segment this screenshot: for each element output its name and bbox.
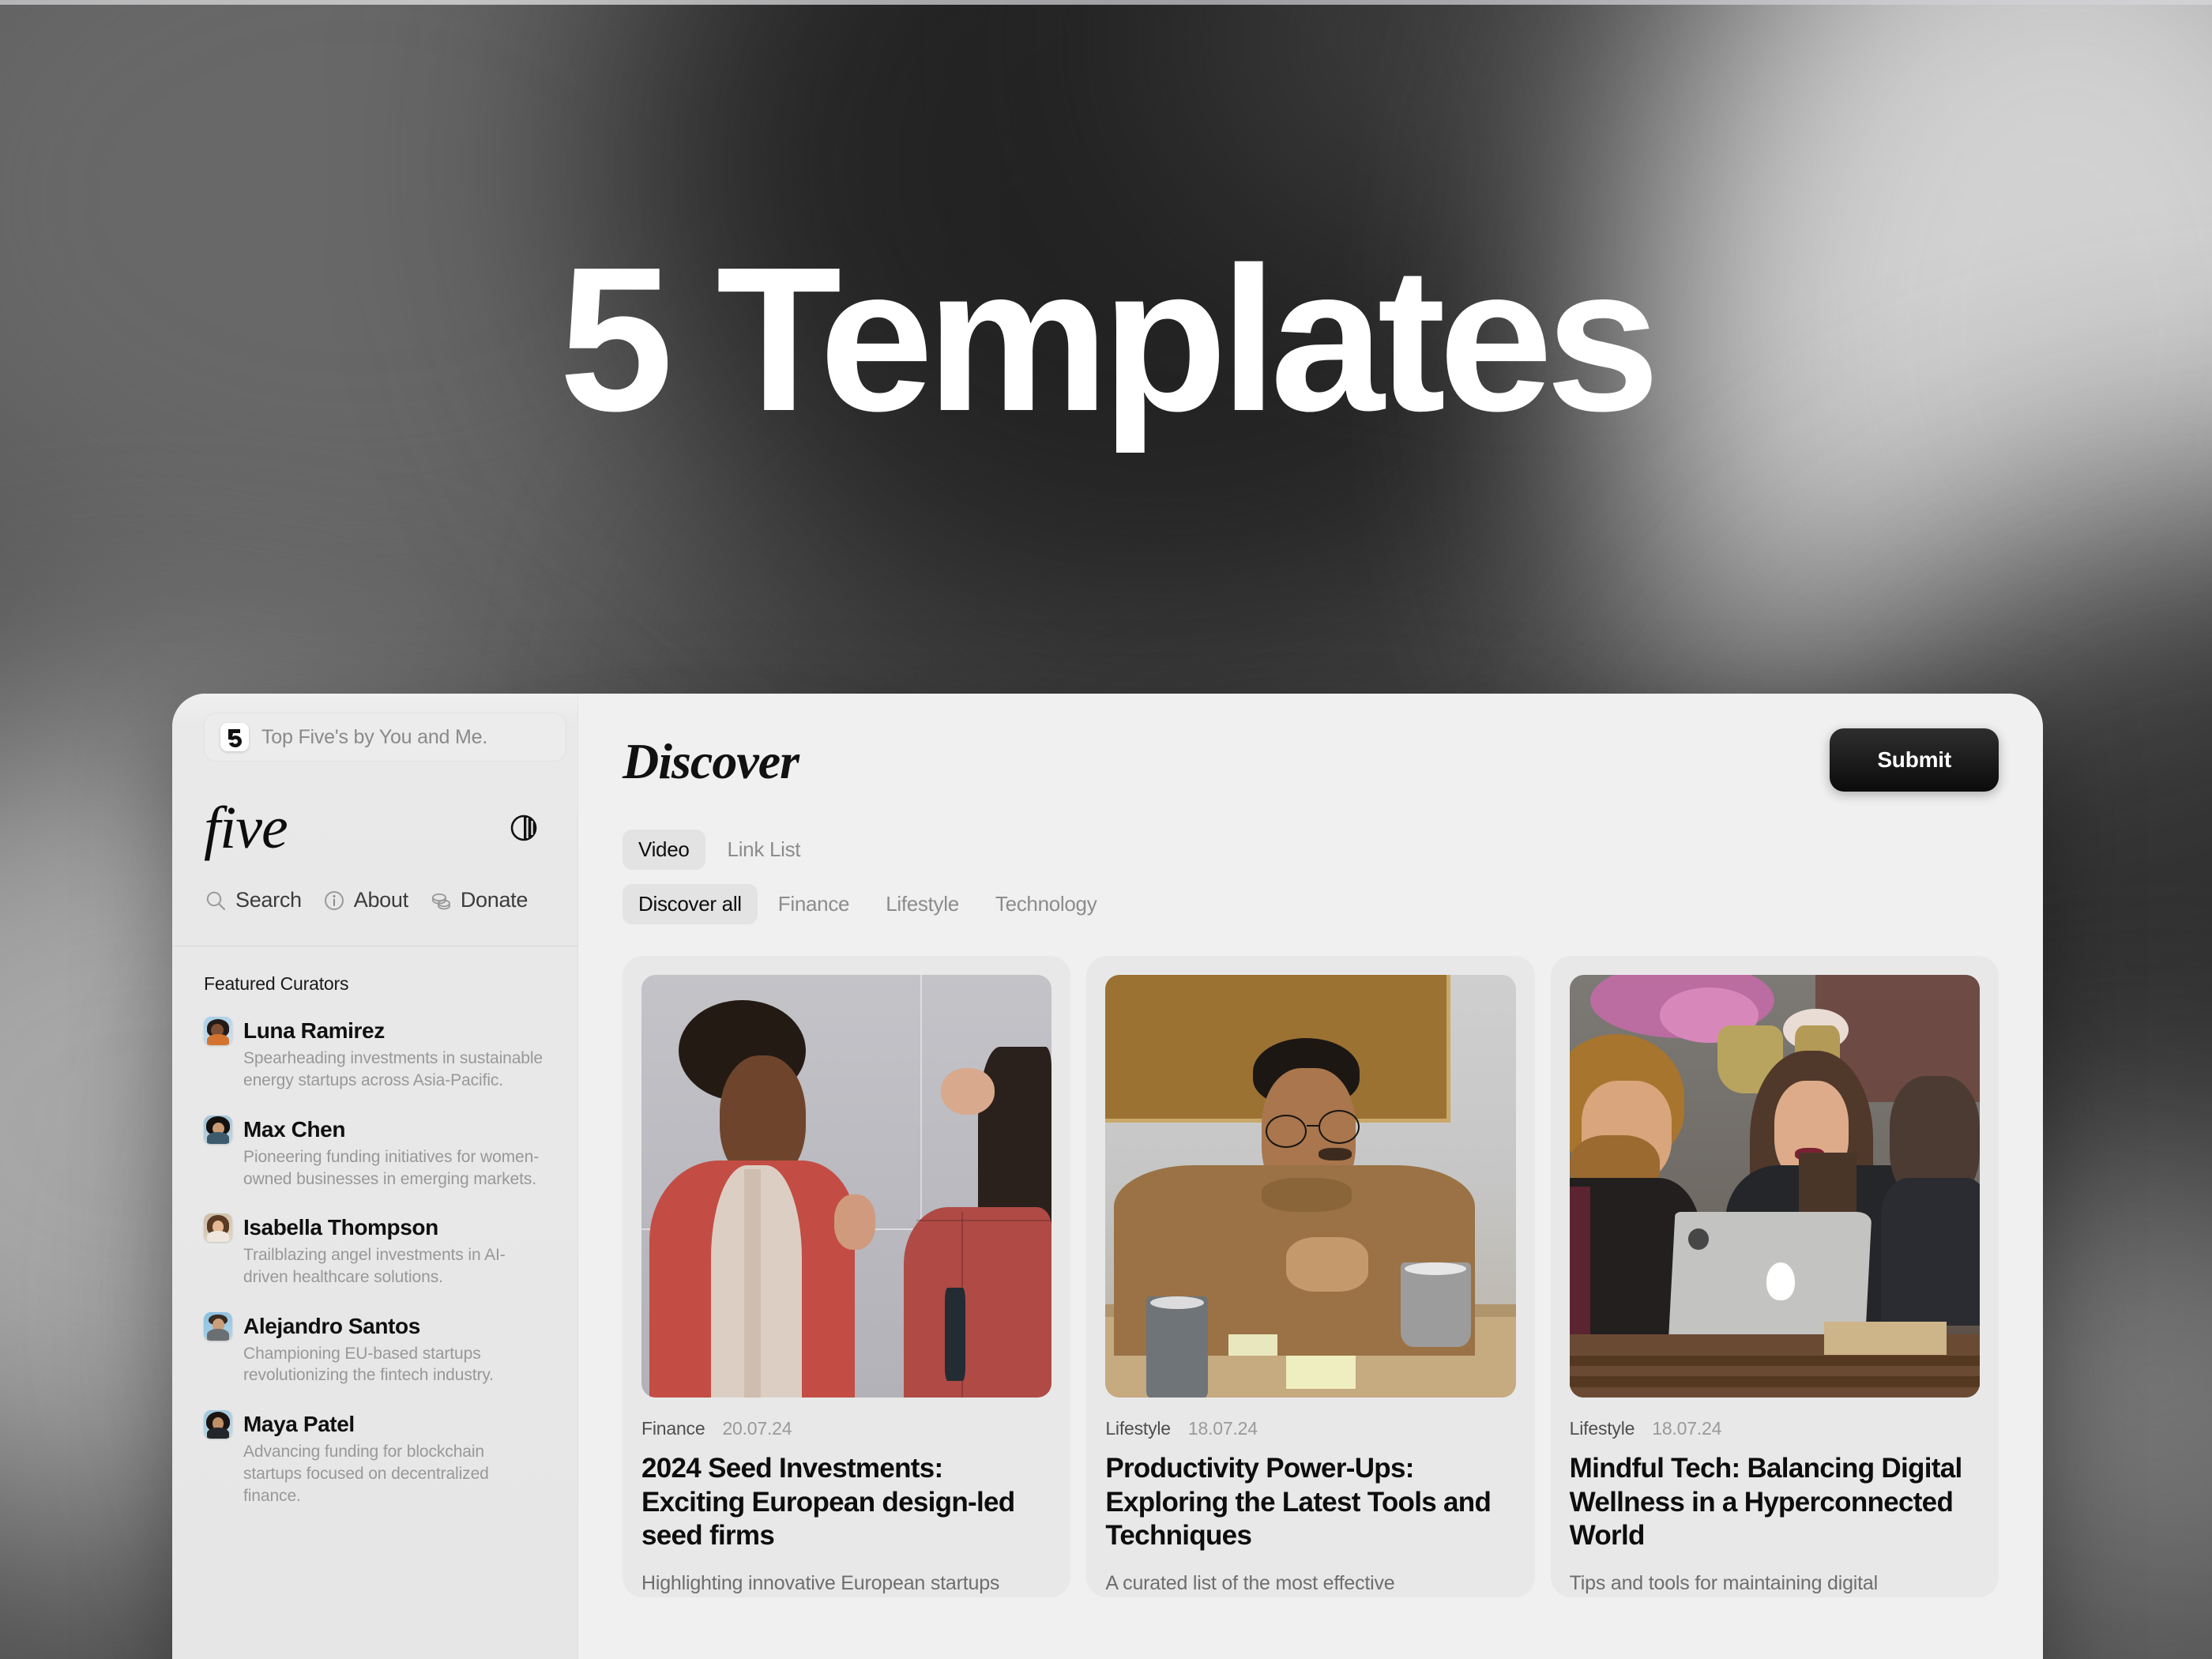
- tab-discover-all[interactable]: Discover all: [623, 884, 758, 924]
- curator-item[interactable]: Max Chen Pioneering funding initiatives …: [204, 1115, 546, 1190]
- card-image: [1105, 975, 1516, 1398]
- contrast-icon[interactable]: [508, 812, 540, 844]
- avatar: [204, 1115, 232, 1144]
- brand-row: five: [172, 762, 577, 858]
- sidebar: Top Five's by You and Me. five Search Ab…: [172, 694, 578, 1659]
- curator-name: Max Chen: [243, 1116, 346, 1142]
- avatar: [204, 1213, 232, 1243]
- curator-name: Luna Ramirez: [243, 1018, 385, 1044]
- nav-label-about: About: [353, 888, 408, 912]
- card-date: 20.07.24: [722, 1418, 792, 1439]
- card-title: Mindful Tech: Balancing Digital Wellness…: [1569, 1453, 1963, 1552]
- curator-item[interactable]: Alejandro Santos Championing EU-based st…: [204, 1311, 546, 1386]
- card-date: 18.07.24: [1187, 1418, 1258, 1439]
- curator-item[interactable]: Maya Patel Advancing funding for blockch…: [204, 1410, 546, 1507]
- card-category: Finance: [641, 1418, 705, 1439]
- tab-lifestyle[interactable]: Lifestyle: [870, 884, 975, 924]
- curator-desc: Championing EU-based startups revolution…: [243, 1344, 494, 1385]
- curator-desc: Trailblazing angel investments in AI-dri…: [243, 1246, 506, 1286]
- top-highlight-strip: [0, 0, 2212, 5]
- card-meta: Finance 20.07.24: [641, 1418, 1051, 1439]
- curator-item[interactable]: Luna Ramirez Spearheading investments in…: [204, 1017, 546, 1091]
- curator-desc: Advancing funding for blockchain startup…: [243, 1443, 489, 1505]
- card-title: Productivity Power-Ups: Exploring the La…: [1105, 1453, 1492, 1552]
- card-category: Lifestyle: [1105, 1418, 1171, 1439]
- tab-finance[interactable]: Finance: [762, 884, 865, 924]
- five-logo-icon: [228, 729, 243, 748]
- avatar: [204, 1410, 232, 1439]
- category-tab-group: Discover all Finance Lifestyle Technolog…: [623, 884, 1999, 924]
- avatar: [204, 1311, 232, 1341]
- content-card[interactable]: Lifestyle 18.07.24 Mindful Tech: Balanci…: [1550, 956, 1999, 1597]
- featured-curators-section: Featured Curators Luna Ramirez Spearhead…: [172, 946, 577, 1530]
- search-icon: [204, 889, 228, 912]
- curator-name: Maya Patel: [243, 1412, 355, 1437]
- app-window: Top Five's by You and Me. five Search Ab…: [172, 694, 2043, 1659]
- main-content: Discover Submit Video Link List Discover…: [578, 694, 2043, 1659]
- url-text: Top Five's by You and Me.: [261, 725, 488, 748]
- nav-label-donate: Donate: [460, 888, 529, 912]
- card-image: [641, 975, 1052, 1398]
- site-favicon: [220, 723, 249, 751]
- card-meta: Lifestyle 18.07.24: [1105, 1418, 1515, 1439]
- curator-desc: Spearheading investments in sustainable …: [243, 1049, 544, 1090]
- nav-item-about[interactable]: About: [322, 888, 408, 912]
- nav-label-search: Search: [235, 888, 302, 912]
- submit-button[interactable]: Submit: [1830, 728, 1999, 792]
- tab-technology[interactable]: Technology: [980, 884, 1113, 924]
- curator-name: Isabella Thompson: [243, 1215, 438, 1240]
- curator-name: Alejandro Santos: [243, 1313, 420, 1338]
- page-title: Discover: [623, 733, 799, 789]
- card-subtitle: Highlighting innovative European startup…: [641, 1572, 1000, 1595]
- type-tab-group: Video Link List: [623, 830, 1999, 870]
- nav-item-donate[interactable]: Donate: [429, 888, 528, 912]
- curator-item[interactable]: Isabella Thompson Trailblazing angel inv…: [204, 1213, 546, 1288]
- hero-title: 5 Templates: [559, 225, 1661, 454]
- card-image: [1569, 975, 1980, 1398]
- card-date: 18.07.24: [1652, 1418, 1722, 1439]
- sidebar-nav: Search About Donate: [172, 855, 577, 912]
- card-grid: Finance 20.07.24 2024 Seed Investments: …: [623, 956, 1999, 1597]
- card-title: 2024 Seed Investments: Exciting European…: [641, 1453, 1015, 1552]
- coins-icon: [429, 889, 453, 912]
- card-subtitle: Tips and tools for maintaining digital: [1569, 1572, 1879, 1595]
- content-card[interactable]: Finance 20.07.24 2024 Seed Investments: …: [623, 956, 1071, 1597]
- card-category: Lifestyle: [1569, 1418, 1635, 1439]
- tab-link-list[interactable]: Link List: [712, 830, 817, 870]
- featured-curators-heading: Featured Curators: [204, 973, 349, 995]
- curator-desc: Pioneering funding initiatives for women…: [243, 1147, 540, 1188]
- tab-video[interactable]: Video: [623, 830, 705, 870]
- card-meta: Lifestyle 18.07.24: [1570, 1418, 1980, 1439]
- browser-url-bar[interactable]: Top Five's by You and Me.: [204, 713, 566, 762]
- main-header: Discover Submit: [623, 728, 1999, 792]
- card-subtitle: A curated list of the most effective: [1105, 1572, 1395, 1595]
- wordmark-five[interactable]: five: [204, 798, 288, 858]
- info-icon: [322, 889, 346, 912]
- content-card[interactable]: Lifestyle 18.07.24 Productivity Power-Up…: [1086, 956, 1535, 1597]
- nav-item-search[interactable]: Search: [204, 888, 302, 912]
- avatar: [204, 1017, 232, 1046]
